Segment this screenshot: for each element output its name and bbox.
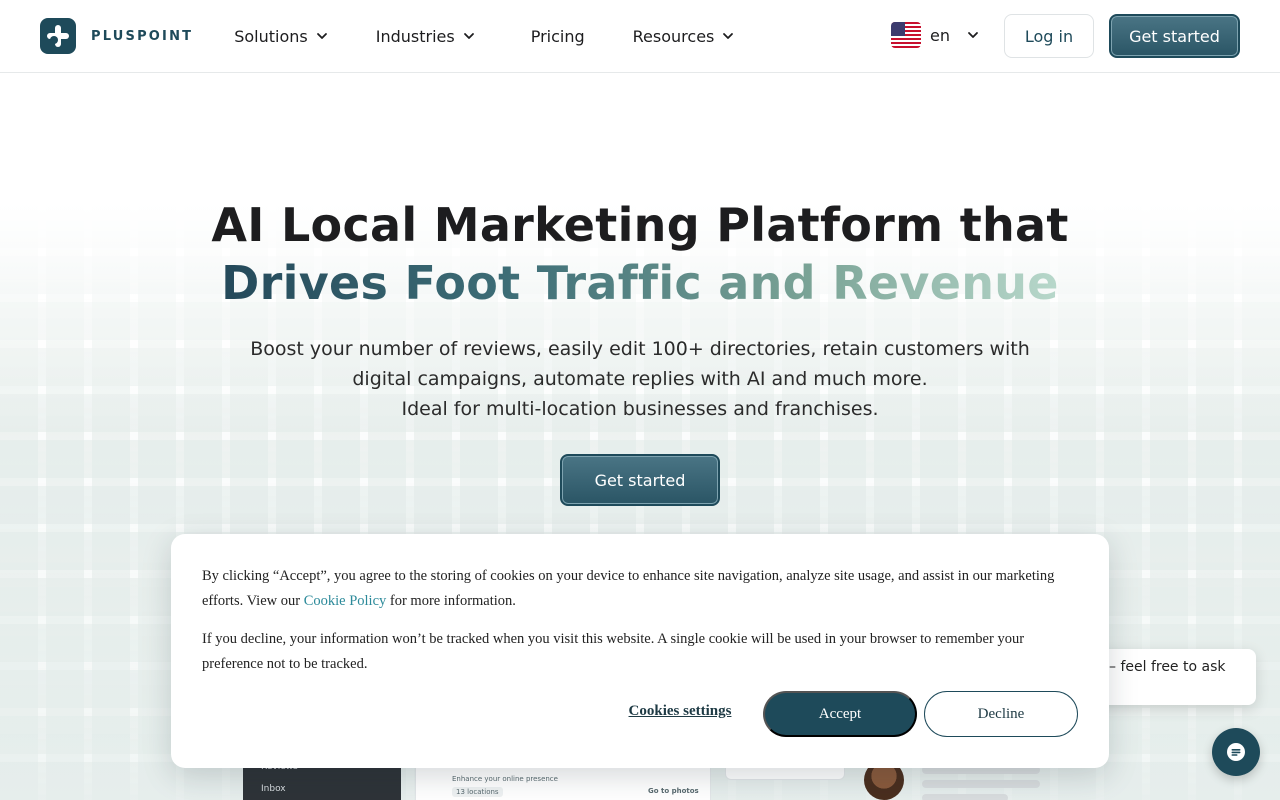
preview-placeholder-line [922,794,1008,800]
login-button[interactable]: Log in [1004,14,1094,58]
preview-card-caption: Enhance your online presence [452,775,558,783]
pluspoint-logo-icon [40,18,76,54]
chevron-down-icon [463,33,474,39]
nav-resources[interactable]: Resources [633,16,735,56]
brand-name: PLUSPOINT [91,28,194,44]
main-nav: Solutions Industries Pricing Resources [234,16,734,56]
language-code: en [930,25,950,45]
preview-sidebar-item: Inbox [261,784,286,794]
us-flag-icon [891,22,921,48]
hero-get-started-button[interactable]: Get started [560,454,720,506]
hero-title-line2: Drives Foot Traffic and Revenue [0,256,1280,310]
hero-subtitle-line: Boost your number of reviews, easily edi… [250,338,1030,360]
hero-subtitle: Boost your number of reviews, easily edi… [0,334,1280,424]
chat-icon [1227,743,1245,761]
preview-placeholder-line [922,780,1040,788]
preview-locations-badge: 13 locations [452,787,503,797]
decline-cookies-button[interactable]: Decline [924,691,1078,737]
site-header: PLUSPOINT Solutions Industries Pricing R… [0,0,1280,73]
nav-industries[interactable]: Industries [376,16,475,56]
chevron-down-icon [968,32,978,38]
chevron-down-icon [723,33,734,39]
chat-prompt-bubble[interactable]: – feel free to ask [1090,649,1256,705]
cookies-settings-link[interactable]: Cookies settings [622,703,738,725]
nav-pricing[interactable]: Pricing [531,16,585,56]
nav-resources-label: Resources [632,26,715,46]
cookie-consent-banner: By clicking “Accept”, you agree to the s… [171,534,1109,768]
cookie-decline-info: If you decline, your information won’t b… [202,631,1025,672]
cookie-text-after-link: for more information. [386,593,516,609]
chat-launcher-button[interactable] [1212,728,1260,776]
chevron-down-icon [316,33,327,39]
nav-solutions-label: Solutions [234,26,308,46]
hero-subtitle-line: Ideal for multi-location businesses and … [401,398,879,420]
nav-pricing-label: Pricing [530,26,585,46]
nav-industries-label: Industries [375,26,455,46]
chat-prompt-text: – feel free to ask [1109,659,1226,675]
hero-title-gradient-text: Drives Foot Traffic and Revenue [221,256,1059,310]
cookie-consent-text: By clicking “Accept”, you agree to the s… [202,564,1082,614]
hero-title-line1: AI Local Marketing Platform that [211,198,1069,252]
nav-solutions[interactable]: Solutions [234,16,328,56]
language-selector[interactable]: en [891,22,979,48]
brand-logo[interactable]: PLUSPOINT [40,18,193,54]
cookie-policy-link[interactable]: Cookie Policy [304,593,387,609]
header-get-started-button[interactable]: Get started [1109,14,1240,58]
preview-photos-link: Go to photos [648,787,699,795]
accept-cookies-button[interactable]: Accept [763,691,917,737]
hero-subtitle-line: digital campaigns, automate replies with… [352,368,928,390]
